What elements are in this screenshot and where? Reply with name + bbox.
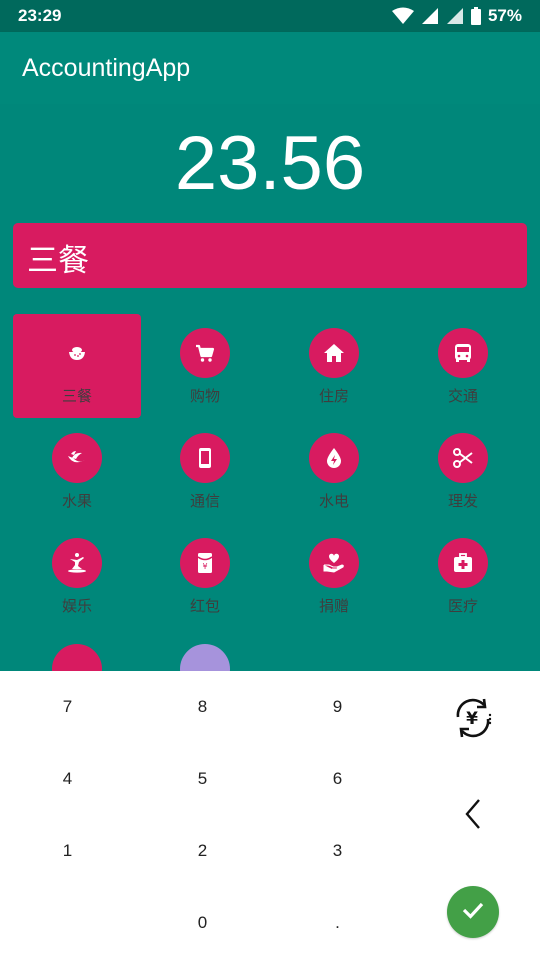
water-electric-icon	[309, 433, 359, 483]
status-bar: 23:29 57%	[0, 0, 540, 32]
key-3[interactable]: 3	[270, 815, 405, 887]
svg-text:¥: ¥	[466, 709, 478, 729]
amount-display: 23.56	[174, 121, 366, 206]
number-keypad: 7 8 9 4 5 6 1 2 3 0 . ¥	[0, 671, 540, 960]
status-icons: 57%	[391, 6, 522, 26]
category-item-shopping[interactable]: 购物	[141, 314, 269, 418]
category-item-entertainment[interactable]: 娱乐	[13, 524, 141, 628]
key-dot[interactable]: .	[270, 887, 405, 959]
key-8[interactable]: 8	[135, 671, 270, 743]
category-label: 交通	[447, 387, 478, 405]
key-7[interactable]: 7	[0, 671, 135, 743]
app-bar: AccountingApp	[0, 32, 540, 104]
category-item-transport[interactable]: 交通	[399, 314, 527, 418]
category-item-partial-add[interactable]	[180, 644, 230, 671]
backspace-button[interactable]	[446, 789, 500, 843]
key-9[interactable]: 9	[270, 671, 405, 743]
key-2[interactable]: 2	[135, 815, 270, 887]
selected-category-bar: 三餐	[13, 223, 527, 288]
key-5[interactable]: 5	[135, 743, 270, 815]
key-empty	[0, 887, 135, 959]
battery-icon	[470, 7, 481, 25]
category-label: 三餐	[61, 387, 92, 405]
confirm-button[interactable]	[447, 886, 499, 938]
home-icon	[309, 328, 359, 378]
status-time: 23:29	[18, 6, 62, 25]
category-label: 医疗	[447, 597, 478, 615]
entertainment-icon	[52, 538, 102, 588]
category-label: 理发	[447, 492, 478, 510]
category-label: 通信	[189, 492, 220, 510]
category-label: 娱乐	[61, 597, 92, 615]
checkmark-icon	[458, 895, 488, 929]
category-item-fruit[interactable]: 水果	[13, 419, 141, 523]
phone-icon	[180, 433, 230, 483]
category-label: 红包	[189, 597, 220, 615]
category-label: 水果	[61, 492, 92, 510]
key-6[interactable]: 6	[270, 743, 405, 815]
key-0[interactable]: 0	[135, 887, 270, 959]
category-item-haircut[interactable]: 理发	[399, 419, 527, 523]
key-1[interactable]: 1	[0, 815, 135, 887]
backspace-chevron-icon	[461, 797, 485, 835]
main-content: 23.56 三餐 三餐 购物 住房 交通 水果 通信 水电 理发 娱乐 ¥ 红包…	[0, 104, 540, 671]
selected-category-label: 三餐	[27, 243, 89, 279]
bus-icon	[438, 328, 488, 378]
red-packet-icon: ¥	[180, 538, 230, 588]
currency-switch-icon: ¥	[450, 695, 496, 745]
category-item-red-packet[interactable]: ¥ 红包	[141, 524, 269, 628]
key-4[interactable]: 4	[0, 743, 135, 815]
category-label: 住房	[318, 387, 349, 405]
category-item-communication[interactable]: 通信	[141, 419, 269, 523]
category-item-partial[interactable]	[52, 644, 102, 671]
battery-percent: 57%	[487, 6, 522, 25]
medical-kit-icon	[438, 538, 488, 588]
rice-bowl-icon	[52, 328, 102, 378]
signal-icon	[421, 7, 439, 25]
fruit-icon	[52, 433, 102, 483]
category-item-donation[interactable]: 捐赠	[270, 524, 398, 628]
category-label: 捐赠	[318, 597, 349, 615]
svg-text:¥: ¥	[202, 562, 207, 571]
signal-icon-2	[446, 7, 464, 25]
donation-icon	[309, 538, 359, 588]
scissors-icon	[438, 433, 488, 483]
shopping-cart-icon	[180, 328, 230, 378]
app-title: AccountingApp	[22, 54, 191, 82]
wifi-icon	[391, 7, 414, 25]
category-item-utilities[interactable]: 水电	[270, 419, 398, 523]
category-item-meals[interactable]: 三餐	[13, 314, 141, 418]
category-label: 水电	[318, 492, 349, 510]
currency-switch-button[interactable]: ¥	[446, 693, 500, 747]
category-item-medical[interactable]: 医疗	[399, 524, 527, 628]
category-label: 购物	[189, 387, 220, 405]
category-item-housing[interactable]: 住房	[270, 314, 398, 418]
